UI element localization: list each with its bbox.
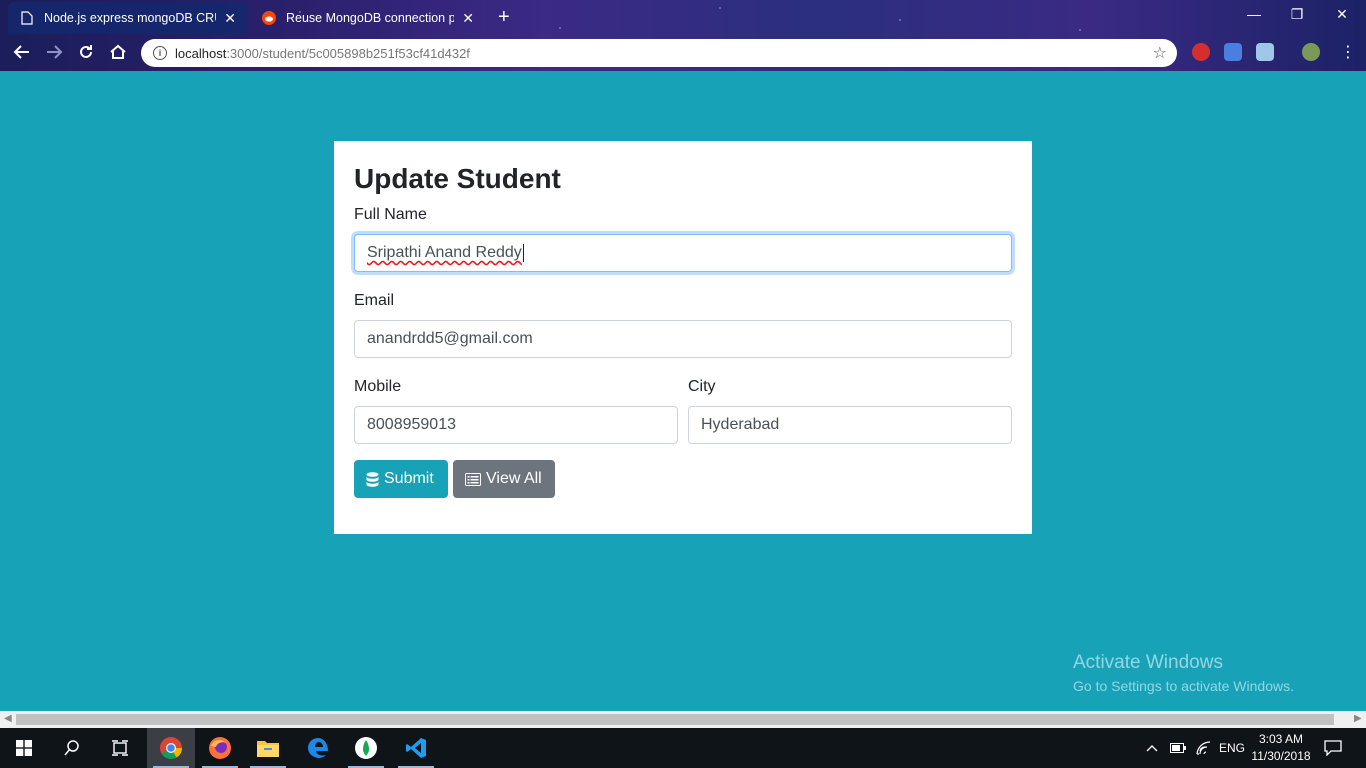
scrollbar-thumb[interactable] [16, 714, 1334, 725]
full-name-input[interactable]: Sripathi Anand Reddy [354, 234, 1012, 272]
tab-title: Reuse MongoDB connection pro [286, 11, 455, 25]
chrome-icon[interactable] [147, 728, 195, 768]
document-icon [20, 11, 34, 25]
scroll-right-icon[interactable]: ▶ [1354, 713, 1362, 724]
window-close-button[interactable]: ✕ [1328, 6, 1356, 23]
horizontal-scrollbar[interactable]: ◀ ▶ [0, 711, 1366, 728]
vscode-icon[interactable] [392, 728, 440, 768]
list-table-icon [465, 472, 481, 486]
browser-toolbar: i localhost:3000/student/5c005898b251f53… [0, 34, 1366, 70]
city-label: City [688, 378, 716, 395]
watermark-subtitle: Go to Settings to activate Windows. [1073, 678, 1294, 694]
close-icon[interactable]: ✕ [462, 10, 474, 27]
scroll-left-icon[interactable]: ◀ [4, 713, 12, 724]
back-arrow-icon[interactable] [10, 40, 34, 64]
battery-icon[interactable] [1170, 728, 1186, 768]
reddit-icon [262, 11, 276, 25]
system-clock[interactable]: 3:03 AM 11/30/2018 [1248, 731, 1314, 765]
extension-adblock-icon[interactable] [1192, 43, 1210, 61]
mobile-label: Mobile [354, 378, 402, 395]
extension-translate-icon[interactable] [1224, 43, 1242, 61]
firefox-icon[interactable] [196, 728, 244, 768]
database-icon [366, 471, 379, 487]
home-icon[interactable] [106, 40, 130, 64]
city-input[interactable]: Hyderabad [688, 406, 1012, 444]
submit-button[interactable]: Submit [354, 460, 448, 498]
show-hidden-icons-chevron-icon[interactable] [1146, 728, 1158, 768]
minimize-button[interactable]: — [1240, 6, 1268, 22]
email-value: anandrdd5@gmail.com [367, 330, 533, 347]
new-tab-button[interactable]: + [498, 6, 510, 29]
wifi-icon[interactable] [1196, 728, 1212, 768]
reload-icon[interactable] [74, 40, 98, 64]
activate-windows-watermark: Activate Windows Go to Settings to activ… [1073, 652, 1294, 694]
extension-mail-icon[interactable] [1256, 43, 1274, 61]
file-explorer-icon[interactable] [244, 728, 292, 768]
city-value: Hyderabad [701, 416, 780, 433]
text-caret [522, 244, 524, 262]
windows-start-icon[interactable] [0, 728, 48, 768]
email-label: Email [354, 292, 395, 309]
close-icon[interactable]: ✕ [224, 10, 236, 27]
full-name-value: Sripathi Anand Reddy [367, 244, 522, 261]
windows-taskbar: ENG 3:03 AM 11/30/2018 [0, 728, 1366, 768]
bookmark-star-icon[interactable]: ☆ [1153, 43, 1167, 63]
tab-inactive[interactable]: Reuse MongoDB connection pro ✕ [250, 2, 486, 34]
view-all-label: View All [486, 470, 542, 487]
info-icon[interactable]: i [153, 46, 167, 60]
view-all-button[interactable]: View All [453, 460, 555, 498]
notification-center-icon[interactable] [1324, 728, 1342, 768]
watermark-title: Activate Windows [1073, 652, 1223, 673]
page-title: Update Student [354, 163, 561, 194]
language-indicator[interactable]: ENG [1219, 728, 1245, 768]
tab-title: Node.js express mongoDB CRUD [44, 11, 217, 25]
clock-time: 3:03 AM [1258, 732, 1304, 746]
address-bar[interactable]: i localhost:3000/student/5c005898b251f53… [141, 39, 1177, 67]
full-name-label: Full Name [354, 206, 427, 223]
clock-date: 11/30/2018 [1251, 749, 1311, 763]
url-path: :3000/student/5c005898b251f53cf41d432f [226, 45, 470, 61]
search-icon[interactable] [48, 728, 96, 768]
forward-arrow-icon[interactable] [42, 40, 66, 64]
tab-active[interactable]: Node.js express mongoDB CRUD ✕ [8, 2, 248, 34]
mongodb-compass-icon[interactable] [342, 728, 390, 768]
profile-avatar[interactable] [1302, 43, 1320, 61]
edge-icon[interactable] [294, 728, 342, 768]
restore-button[interactable]: ❐ [1283, 6, 1311, 23]
url-host: localhost [175, 45, 227, 61]
mobile-input[interactable]: 8008959013 [354, 406, 678, 444]
email-input[interactable]: anandrdd5@gmail.com [354, 320, 1012, 358]
menu-kebab-icon[interactable]: ⋮ [1336, 40, 1360, 64]
browser-chrome: Node.js express mongoDB CRUD ✕ Reuse Mon… [0, 0, 1366, 71]
task-view-icon[interactable] [96, 728, 144, 768]
mobile-value: 8008959013 [367, 416, 456, 433]
submit-label: Submit [384, 470, 434, 487]
